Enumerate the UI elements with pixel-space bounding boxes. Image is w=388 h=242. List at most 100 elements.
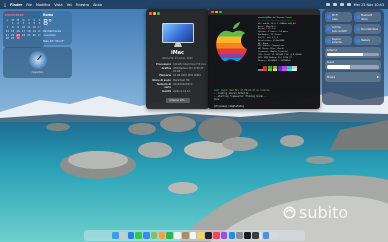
menu-go[interactable]: Vai bbox=[67, 3, 72, 7]
menu-bar:  Finder File Modifica Vista Vai Finestr… bbox=[0, 0, 388, 9]
dock-terminale-icon[interactable] bbox=[244, 232, 251, 239]
spec-row: Numero di serie C02XXXXXXXXX bbox=[151, 83, 207, 89]
cc-tile-text: Tastiera bbox=[361, 39, 370, 42]
dock-messaggi-icon[interactable] bbox=[135, 232, 142, 239]
dock-finder-icon[interactable] bbox=[111, 232, 119, 239]
dock-cestino-icon[interactable] bbox=[270, 232, 278, 239]
dock-promemoria-icon[interactable] bbox=[189, 232, 197, 239]
terminal-minimize-button[interactable] bbox=[215, 10, 218, 14]
calendar-day[interactable]: 19 bbox=[32, 30, 37, 33]
terminal-prompt[interactable]: [Processo completato] bbox=[214, 105, 244, 108]
volume-slider[interactable] bbox=[327, 65, 379, 69]
cc-tile-tastiera[interactable]: Tastiera bbox=[354, 36, 381, 45]
menu-window[interactable]: Finestra bbox=[76, 3, 89, 7]
calendar-day[interactable]: 10 bbox=[21, 26, 26, 29]
color-swatches bbox=[258, 66, 297, 72]
menu-view[interactable]: Vista bbox=[54, 3, 62, 7]
calendar-day[interactable]: 9 bbox=[16, 26, 21, 29]
menu-clock[interactable]: Mer 23 Nov 10:43 bbox=[354, 3, 384, 7]
play-icon[interactable] bbox=[377, 76, 379, 78]
dock-safari-icon[interactable] bbox=[127, 232, 135, 239]
display-control: Schermo bbox=[325, 47, 381, 58]
calendar-day[interactable]: 2 bbox=[16, 22, 21, 25]
calendar-day[interactable]: 28 bbox=[5, 37, 10, 40]
dock-facetime-icon[interactable] bbox=[166, 232, 174, 239]
calendar-day[interactable]: 11 bbox=[27, 26, 32, 29]
calendar-day[interactable]: 24 bbox=[21, 34, 26, 37]
terminal-close-button[interactable] bbox=[211, 10, 214, 14]
calendar-day[interactable]: 7 bbox=[5, 26, 10, 29]
calendar-day[interactable]: 26 bbox=[32, 34, 37, 37]
calendar-day[interactable]: 30 bbox=[16, 37, 21, 40]
dock bbox=[84, 230, 305, 241]
terminal-zoom-button[interactable] bbox=[219, 10, 222, 14]
dock-impostazioni-icon[interactable] bbox=[236, 232, 244, 239]
spec-label: Grafica bbox=[161, 67, 171, 71]
cc-tile-duplica-schermo[interactable]: Duplica schermo bbox=[325, 36, 352, 45]
menu-app-name[interactable]: Finder bbox=[10, 3, 22, 7]
calendar-day[interactable] bbox=[5, 22, 10, 25]
calendar-day[interactable]: 17 bbox=[21, 30, 26, 33]
calendar-day[interactable]: 8 bbox=[10, 26, 15, 29]
battery-icon[interactable] bbox=[325, 3, 330, 6]
display-brightness-slider[interactable] bbox=[327, 52, 379, 56]
cc-tile-text: Non disturbare bbox=[361, 28, 378, 31]
dock-monitoraggio-icon[interactable] bbox=[252, 232, 259, 239]
clock-face-icon bbox=[28, 51, 47, 69]
dock-tv-icon[interactable] bbox=[205, 232, 212, 239]
sound-label: Suono bbox=[327, 61, 335, 64]
control-center-icon[interactable] bbox=[346, 3, 351, 6]
menu-file[interactable]: File bbox=[26, 3, 32, 7]
spec-row: macOS Ventura 13.0.1 bbox=[151, 90, 207, 93]
dock-app-store-icon[interactable] bbox=[228, 232, 236, 239]
calendar-day[interactable]: 12 bbox=[32, 26, 37, 29]
cc-tile-airdrop[interactable]: AirDrop Solo contatti bbox=[325, 24, 352, 34]
cc-toggle-icon bbox=[326, 15, 331, 19]
calendar-day[interactable]: 29 bbox=[10, 37, 15, 40]
cc-toggle-icon bbox=[355, 15, 360, 19]
menu-edit[interactable]: Modifica bbox=[36, 3, 50, 7]
dock-musica-icon[interactable] bbox=[213, 232, 220, 239]
dock-mappe-icon[interactable] bbox=[150, 232, 158, 239]
calendar-day[interactable]: 14 bbox=[5, 30, 10, 33]
now-playing-control[interactable]: Musica bbox=[325, 72, 381, 82]
mac-model-subtitle: Retina 5K, 27 pollici, 2020 bbox=[162, 57, 193, 60]
more-info-button[interactable]: Ulteriori info... bbox=[166, 98, 190, 103]
wifi-icon[interactable] bbox=[332, 3, 337, 6]
calendar-day[interactable]: 4 bbox=[27, 22, 32, 25]
calendar-day[interactable]: 16 bbox=[16, 30, 21, 33]
clock-widget[interactable]: Cupertino bbox=[3, 47, 72, 78]
search-icon[interactable] bbox=[339, 3, 344, 6]
dock-calendario-icon[interactable] bbox=[174, 232, 181, 239]
calendar-day[interactable]: 5 bbox=[32, 22, 37, 25]
calendar-day[interactable]: 25 bbox=[27, 34, 32, 37]
dock-note-icon[interactable] bbox=[197, 232, 205, 239]
calendar-day[interactable]: 18 bbox=[27, 30, 32, 33]
spec-row: Disco di avvio Macintosh HD bbox=[151, 79, 207, 82]
terminal-window-controls bbox=[211, 10, 222, 14]
dock-download-icon[interactable] bbox=[262, 232, 270, 239]
menu-help[interactable]: Aiuto bbox=[93, 3, 102, 7]
dock-podcast-icon[interactable] bbox=[220, 232, 228, 239]
dock-foto-icon[interactable] bbox=[158, 232, 166, 239]
calendar-day[interactable]: 1 bbox=[10, 22, 15, 25]
cc-tile-non-disturbare[interactable]: Non disturbare bbox=[354, 24, 381, 34]
dock-contatti-icon[interactable] bbox=[181, 232, 189, 239]
spec-value: Macintosh HD bbox=[173, 78, 190, 82]
dock-launchpad-icon[interactable] bbox=[119, 232, 127, 239]
cc-tile-label: Non disturbare bbox=[361, 27, 379, 31]
control-center-toggles: Wi-Fi Casa Bluetooth Attivo AirDrop Solo cont… bbox=[325, 12, 381, 45]
close-button[interactable] bbox=[149, 12, 152, 15]
apple-menu-icon[interactable]:  bbox=[4, 3, 6, 7]
calendar-day[interactable]: 15 bbox=[10, 30, 15, 33]
dock-mail-icon[interactable] bbox=[143, 232, 150, 239]
weather-city: Roma bbox=[43, 13, 54, 17]
minimize-button[interactable] bbox=[153, 12, 156, 15]
cc-tile-wi-fi[interactable]: Wi-Fi Casa bbox=[325, 12, 352, 22]
zoom-button[interactable] bbox=[157, 12, 160, 15]
calendar-widget[interactable]: NOVEMBRE LMMGVSD123456789101112131415161… bbox=[3, 11, 44, 48]
cc-tile-label: Bluetooth bbox=[361, 13, 373, 17]
cc-tile-bluetooth[interactable]: Bluetooth Attivo bbox=[354, 12, 381, 22]
calendar-day[interactable]: 3 bbox=[21, 22, 26, 25]
weather-widget[interactable]: Roma 8° Parzialmente nuvoloso Max 16° Mi… bbox=[40, 11, 72, 45]
